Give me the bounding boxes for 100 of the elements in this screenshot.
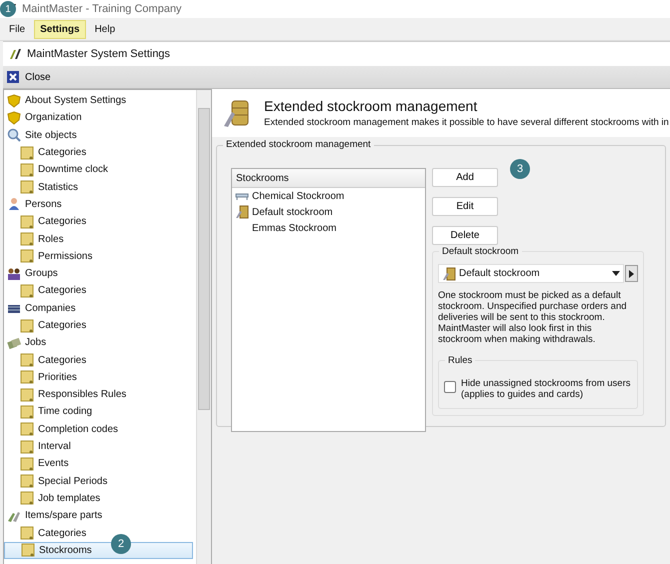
caret-icon [612, 271, 620, 276]
checkbox-label: Hide unassigned stockrooms from users (applies to guides and cards) [461, 378, 632, 400]
group-icon [7, 266, 21, 281]
tree-item-label: Persons [25, 198, 62, 210]
shield-icon [7, 94, 21, 108]
tree-item-label: Downtime clock [38, 164, 108, 176]
tree-item-label: Categories [38, 216, 86, 228]
tree-item[interactable]: Categories [4, 144, 196, 162]
tree-item[interactable]: Jobs [4, 334, 196, 352]
stockroom-dropdown[interactable]: Default stockroom [438, 264, 624, 283]
tree-item-label: Categories [38, 528, 86, 539]
folder-icon [20, 318, 34, 332]
folder-icon [20, 388, 34, 402]
tree-item[interactable]: Special Periods [4, 472, 196, 490]
stockroom-icon [235, 205, 249, 219]
list-item[interactable]: Default stockroom [232, 204, 425, 220]
tree-item-label: Categories [38, 320, 86, 331]
folder-icon [20, 440, 34, 454]
tree-item[interactable]: Interval [4, 438, 196, 456]
folder-icon [20, 422, 34, 436]
tree-item[interactable]: Companies [4, 300, 196, 317]
menu-item[interactable]: File [4, 20, 30, 38]
folder-icon [20, 146, 34, 160]
tree-item-label: Site objects [25, 130, 77, 141]
list-item-label: Emmas Stockroom [252, 222, 336, 234]
tree-item-label: Companies [25, 302, 76, 314]
list-item-label: Chemical Stockroom [252, 190, 344, 202]
list-item[interactable]: Chemical Stockroom [232, 188, 425, 204]
tree-item[interactable]: Completion codes [4, 420, 196, 438]
tree-item-label: Job templates [38, 492, 100, 504]
close-icon [7, 71, 19, 83]
tree-item[interactable]: Categories [4, 282, 196, 300]
menu-item[interactable]: Settings [34, 20, 86, 38]
action-button[interactable]: Delete [432, 226, 498, 245]
tree-item[interactable]: Permissions [4, 248, 196, 265]
tree-item[interactable]: About System Settings [4, 92, 196, 110]
tree-item[interactable]: Organization [4, 109, 196, 127]
tree-item-label: Special Periods [38, 476, 108, 487]
tree-item-label: Priorities [38, 372, 77, 383]
app-title: MaintMaster - Training Company [22, 3, 182, 15]
tree-item[interactable]: Site objects [4, 126, 196, 144]
tree-item-label: Interval [38, 441, 71, 452]
checkbox[interactable] [444, 380, 456, 393]
window-title: MaintMaster System Settings [27, 48, 170, 60]
tree-item[interactable]: Responsibles Rules [4, 386, 196, 404]
default-stockroom-note: One stockroom must be picked as a default stockroom. Unspecified purchase orders and deliveries will be sent to this stockroom. MaintMaster will also look first in this stockroom when making withdrawals. [438, 291, 628, 346]
tree-item-label: Time coding [38, 406, 92, 418]
tree-item[interactable]: Time coding [4, 403, 196, 421]
tree-item[interactable]: Items/spare parts [4, 507, 196, 524]
tree-item[interactable]: Priorities [4, 368, 196, 386]
folder-icon [20, 214, 34, 229]
tree-item[interactable]: Categories [4, 351, 196, 369]
action-button[interactable]: Edit [432, 197, 498, 216]
stockroom-icon [442, 266, 456, 280]
scrollbar[interactable] [196, 90, 211, 564]
list-item-label: Default stockroom [252, 206, 333, 218]
list-item[interactable]: Emmas Stockroom [232, 220, 425, 236]
group-title: Rules [445, 354, 476, 366]
tree-item-label: Categories [38, 147, 86, 158]
group-title: Default stockroom [439, 246, 522, 257]
action-button[interactable]: Add [432, 168, 498, 187]
folder-icon [20, 249, 34, 264]
play-icon [629, 270, 634, 278]
tree-item-label: Events [38, 458, 69, 470]
folder-icon [20, 162, 34, 177]
tree-item[interactable]: Events [4, 455, 196, 473]
folder-icon [20, 404, 34, 419]
tree-item-label: Groups [25, 268, 58, 280]
column-header[interactable]: Stockrooms [232, 169, 425, 188]
menu-item[interactable]: Help [90, 20, 120, 38]
tree-item-label: Responsibles Rules [38, 389, 126, 400]
tree-item-label: Completion codes [38, 424, 118, 435]
tree-item-label: Categories [38, 285, 86, 296]
shield-icon [7, 110, 21, 125]
folder-icon [20, 353, 34, 368]
app-logo-icon [9, 48, 23, 60]
folder-icon [20, 526, 34, 540]
close-button[interactable]: Close [3, 69, 55, 85]
tree-item[interactable]: Categories [4, 213, 196, 230]
open-button[interactable] [625, 265, 638, 282]
folder-icon [20, 232, 34, 246]
tree-item[interactable]: Persons [4, 196, 196, 214]
folder-icon [20, 456, 34, 471]
tree-item[interactable]: Statistics [4, 178, 196, 196]
tree-item[interactable]: Job templates [4, 490, 196, 508]
tree-item-label: Jobs [25, 337, 46, 348]
group-title: Extended stockroom management [223, 139, 374, 150]
page-description: Extended stockroom management makes it possible to have several different stockrooms with in [264, 117, 669, 128]
tree-item[interactable]: Downtime clock [4, 161, 196, 178]
tree-item[interactable]: Roles [4, 230, 196, 248]
tree-item-label: Permissions [38, 250, 92, 262]
folder-icon [21, 543, 35, 558]
scrollbar-thumb[interactable] [198, 108, 210, 410]
tree-item-label: Stockrooms [39, 544, 92, 556]
tree-item[interactable]: Categories [4, 316, 196, 334]
person-icon [7, 197, 21, 212]
tree-item-label: Categories [38, 354, 86, 366]
tree-item[interactable]: Groups [4, 264, 196, 282]
folder-icon [20, 180, 34, 194]
folder-icon [20, 284, 34, 298]
